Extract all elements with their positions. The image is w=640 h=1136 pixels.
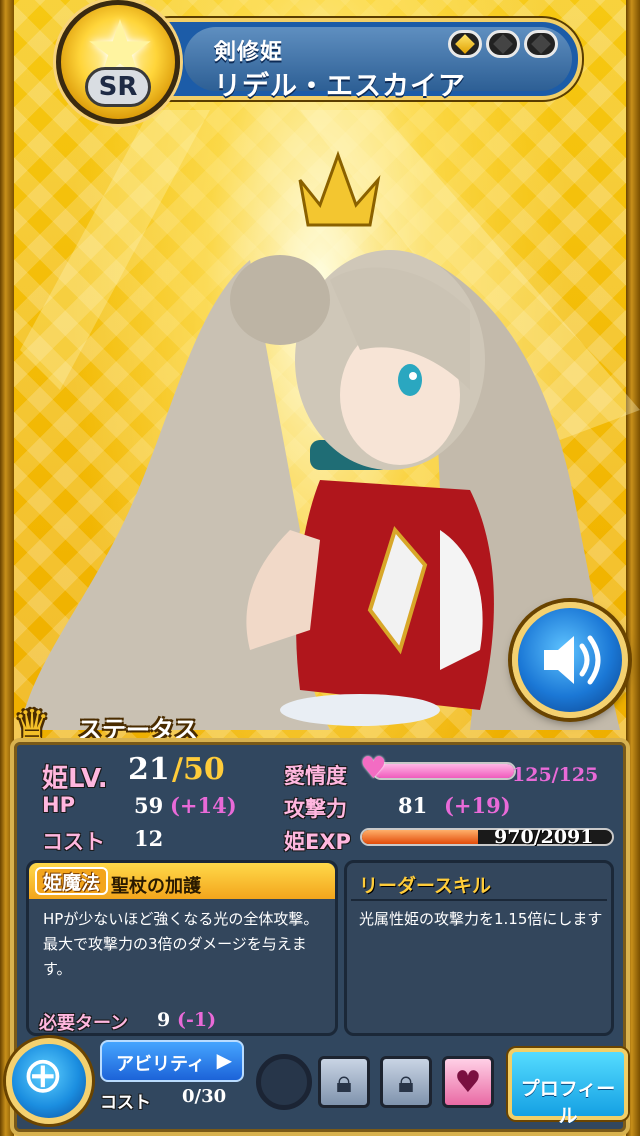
heart-icon: ♥ [454,1065,482,1100]
character-name: リデル・エスカイア [214,71,466,102]
hime-magic-description: HPが少ないほど強くなる光の全体攻撃。最大で攻撃力の3倍のダメージを与えます。 [43,910,319,978]
evolution-gems [448,30,558,58]
ability-cost-value: 0/30 [182,1086,227,1107]
hp-bonus: (+14) [170,793,237,818]
level-max: /50 [172,752,225,787]
zoom-in-icon: ⊕ [22,1046,64,1104]
hp-value: 59 [134,793,164,818]
hime-magic-tag: 姫魔法 [35,867,109,895]
hime-lv-label: 姫LV. [42,764,108,794]
rarity-label: SR [85,67,151,107]
lock-icon: 🔒︎ [336,1065,352,1100]
cost-label: コスト [42,830,105,854]
speaker-icon [544,635,601,685]
divider [351,899,607,901]
exp-value: 970/2091 [494,826,594,848]
hime-magic-name: 聖杖の加護 [111,876,201,897]
hp-label: HP [42,793,75,817]
rarity-badge: ★ SR [56,0,180,124]
ability-slot-locked[interactable]: 🔒︎ [380,1056,432,1108]
hime-magic-box: 姫魔法 聖杖の加護 HPが少ないほど強くなる光の全体攻撃。最大で攻撃力の3倍のダ… [26,860,338,1036]
attack-bonus: (+19) [444,793,511,818]
level-value: 21 [128,752,170,787]
ability-button-label: アビリティ [116,1054,205,1075]
character-title: 剣修姫 [214,40,284,65]
gem-icon [524,30,558,58]
exp-label: 姫EXP [284,830,351,854]
turn-value: 9 [157,1009,171,1031]
exp-bar-fill [362,830,478,844]
cost-value: 12 [134,826,164,851]
leader-skill-box: リーダースキル 光属性姫の攻撃力を1.15倍にします [344,860,614,1036]
affection-value: 125/125 [512,764,599,786]
affection-bar-fill [374,764,514,778]
gem-icon [448,30,482,58]
attack-value: 81 [398,793,428,818]
leader-skill-description: 光属性姫の攻撃力を1.15倍にします [359,910,603,928]
profile-button[interactable]: プロフィール [508,1048,628,1127]
profile-button-label: プロフィール [520,1078,616,1127]
turn-label: 必要ターン [39,1013,129,1034]
ability-slot-heart[interactable]: ♥ [442,1056,494,1108]
attack-label: 攻撃力 [284,797,347,821]
gem-icon [486,30,520,58]
affection-label: 愛情度 [284,764,347,788]
ability-slot-empty[interactable] [256,1054,312,1110]
character-header: 剣修姫 リデル・エスカイア [130,18,582,102]
ability-slot-locked[interactable]: 🔒︎ [318,1056,370,1108]
affection-bar [372,762,516,780]
card-background: 剣修姫 リデル・エスカイア ★ SR ♛ ステータス 姫LV. 21 /50 愛… [0,0,640,1136]
chevron-right-icon: ▶ [216,1048,232,1072]
voice-play-button[interactable] [512,602,628,718]
zoom-button[interactable]: ⊕ [6,1038,92,1124]
turn-bonus: (-1) [177,1009,217,1031]
lock-icon: 🔒︎ [398,1065,414,1100]
leader-skill-title: リーダースキル [359,875,492,897]
ability-cost-label: コスト [100,1093,151,1113]
ability-button[interactable]: アビリティ ▶ [100,1040,244,1082]
heart-icon: ♥ [360,751,387,786]
